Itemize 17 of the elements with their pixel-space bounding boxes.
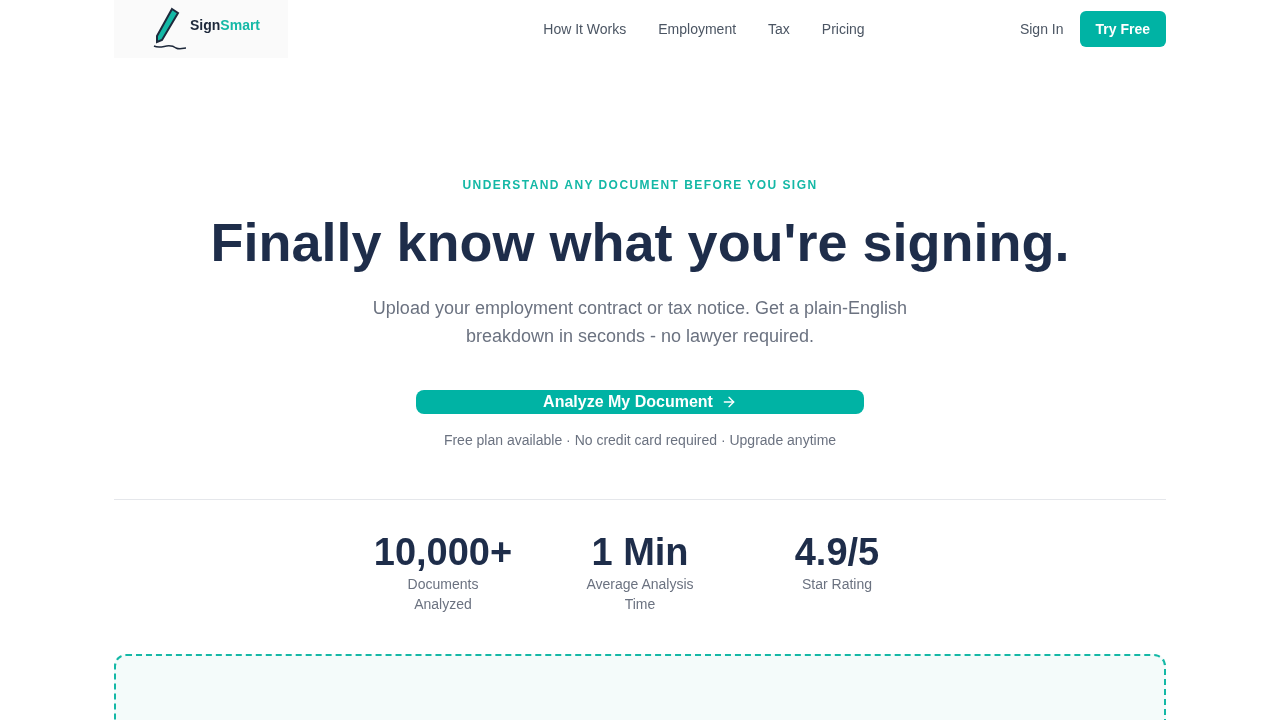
- nav-link[interactable]: Employment: [658, 18, 737, 40]
- brand-name: SignSmart: [190, 15, 261, 35]
- headline: Finally know what you're signing.: [210, 211, 1070, 274]
- stat-label: Star Rating: [800, 575, 873, 594]
- stat-label: Average Analysis Time: [585, 575, 695, 614]
- stat-value: 4.9/5: [794, 530, 880, 574]
- plan-note: Free plan available · No credit card required · Upgrade anytime: [443, 431, 837, 450]
- logo[interactable]: SignSmart: [114, 0, 288, 58]
- subtitle: Upload your employment contract or tax notice. Get a plain-English breakdown in seconds - no lawyer required.: [371, 297, 909, 348]
- stat-label: Documents Analyzed: [406, 575, 480, 614]
- nav-link[interactable]: Pricing: [821, 18, 865, 40]
- sign-in-link[interactable]: Sign In: [1019, 18, 1064, 40]
- nav-link[interactable]: Tax: [768, 18, 790, 40]
- stat-value: 1 Min: [591, 530, 689, 574]
- eyebrow-text: UNDERSTAND ANY DOCUMENT BEFORE YOU SIGN: [462, 177, 818, 194]
- nav-link[interactable]: How It Works: [543, 18, 627, 40]
- stat-value: 10,000+: [373, 530, 513, 574]
